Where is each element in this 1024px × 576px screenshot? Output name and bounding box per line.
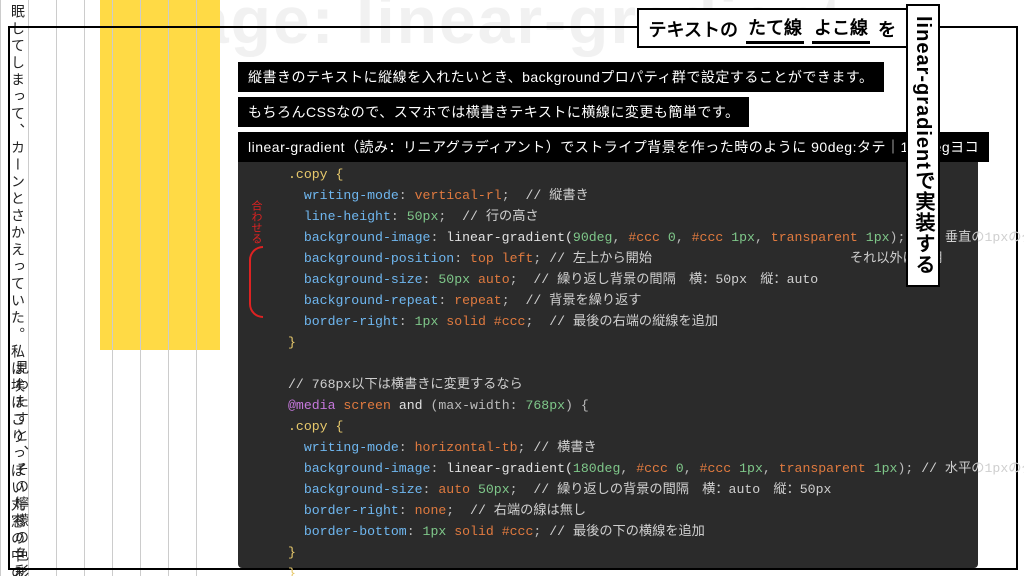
sample-vertical-text-top: 眠してしまって、カーンとさかえっていた。私は埃ほこりっぽい丸窓の中の空気が、その… — [4, 4, 32, 334]
title-vert-tail: で実装する — [912, 170, 934, 275]
brace-arc-icon — [249, 246, 263, 318]
title-suffix: を — [878, 16, 896, 42]
title-linear-gradient: linear-gradient — [912, 16, 934, 170]
title-em-horizontal: よこ線 — [812, 14, 870, 44]
title-vertical: linear-gradientで実装する — [906, 4, 940, 287]
title-em-vertical: たて線 — [746, 14, 804, 44]
title-prefix: テキストの — [649, 16, 738, 42]
brace-annotation: 合わせる — [248, 200, 264, 318]
sample-text-column: 眠してしまって、カーンとさかえっていた。私は埃ほこりっぽい丸窓の中の空気が、その… — [0, 0, 220, 576]
sample-vertical-text-bottom: 見わたすと、その檸檬の色彩はガチャガチャした色の階調をひっそりと紡錘の身体の中へ… — [8, 360, 36, 570]
brace-label: 合わせる — [248, 200, 264, 244]
title-horizontal: テキストの たて線 よこ線 を — [637, 8, 908, 48]
page-title: テキストの たて線 よこ線 を linear-gradientで実装する — [637, 4, 1012, 287]
